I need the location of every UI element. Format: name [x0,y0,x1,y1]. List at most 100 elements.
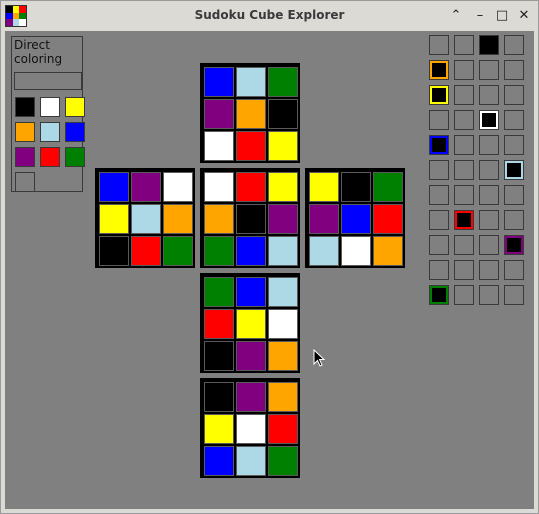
cube-cell-white[interactable] [163,172,193,202]
grid-cell-empty[interactable] [504,285,524,305]
grid-cell-empty[interactable] [429,110,449,130]
grid-cell-empty[interactable] [454,160,474,180]
grid-cell-empty[interactable] [429,185,449,205]
grid-cell-empty[interactable] [504,210,524,230]
cube-cell-blue[interactable] [341,204,371,234]
swatch-blue[interactable] [65,122,85,142]
cube-cell-black[interactable] [204,382,234,412]
cube-cell-orange[interactable] [204,204,234,234]
grid-cell-empty[interactable] [504,85,524,105]
title-bar[interactable]: Sudoku Cube Explorer ⌃ – □ ✕ [1,1,538,31]
grid-cell-white[interactable] [479,110,499,130]
cube-cell-lightblue[interactable] [131,204,161,234]
grid-cell-empty[interactable] [454,110,474,130]
cube-cell-black[interactable] [236,204,266,234]
grid-cell-empty[interactable] [479,60,499,80]
grid-cell-empty[interactable] [429,210,449,230]
cube-cell-yellow[interactable] [268,131,298,161]
cube-cell-purple[interactable] [204,99,234,129]
cube-cell-black[interactable] [99,236,129,266]
grid-cell-empty[interactable] [479,160,499,180]
grid-cell-empty[interactable] [504,260,524,280]
grid-cell-empty[interactable] [429,260,449,280]
main-canvas[interactable]: Direct coloring [5,31,534,509]
grid-cell-empty[interactable] [504,185,524,205]
grid-cell-empty[interactable] [479,235,499,255]
cube-cell-green[interactable] [373,172,403,202]
grid-cell-blue[interactable] [429,135,449,155]
grid-cell-empty[interactable] [479,185,499,205]
grid-cell-empty[interactable] [454,60,474,80]
grid-cell-green[interactable] [429,285,449,305]
cube-cell-green[interactable] [268,446,298,476]
grid-cell-empty[interactable] [479,260,499,280]
grid-cell-black[interactable] [479,35,499,55]
cube-cell-orange[interactable] [268,341,298,371]
cube-cell-white[interactable] [204,172,234,202]
grid-cell-empty[interactable] [454,135,474,155]
grid-cell-empty[interactable] [429,35,449,55]
grid-cell-red[interactable] [454,210,474,230]
cube-cell-blue[interactable] [236,236,266,266]
cube-cell-orange[interactable] [163,204,193,234]
grid-cell-empty[interactable] [454,185,474,205]
cube-cell-orange[interactable] [373,236,403,266]
cube-cell-green[interactable] [204,236,234,266]
cube-cell-purple[interactable] [236,341,266,371]
cube-cell-black[interactable] [268,99,298,129]
swatch-lightblue[interactable] [40,122,60,142]
swatch-green[interactable] [65,147,85,167]
cube-cell-lightblue[interactable] [236,67,266,97]
grid-cell-empty[interactable] [504,110,524,130]
cube-cell-red[interactable] [236,172,266,202]
grid-cell-lightblue[interactable] [504,160,524,180]
swatch-black[interactable] [15,97,35,117]
swatch-purple[interactable] [15,147,35,167]
cube-cell-white[interactable] [236,414,266,444]
grid-cell-empty[interactable] [454,235,474,255]
cube-cell-lightblue[interactable] [236,446,266,476]
cube-cell-lightblue[interactable] [268,236,298,266]
cube-cell-yellow[interactable] [268,172,298,202]
cube-cell-yellow[interactable] [236,309,266,339]
cube-cell-purple[interactable] [131,172,161,202]
grid-cell-empty[interactable] [429,235,449,255]
grid-cell-yellow[interactable] [429,85,449,105]
cube-cell-yellow[interactable] [309,172,339,202]
chevron-up-icon[interactable]: ⌃ [448,8,464,24]
swatch-yellow[interactable] [65,97,85,117]
cube-cell-blue[interactable] [99,172,129,202]
grid-cell-empty[interactable] [479,85,499,105]
grid-cell-empty[interactable] [479,285,499,305]
cube-cell-yellow[interactable] [99,204,129,234]
cube-cell-green[interactable] [204,277,234,307]
cube-cell-red[interactable] [204,309,234,339]
cube-cell-green[interactable] [163,236,193,266]
cube-cell-purple[interactable] [309,204,339,234]
cube-cell-green[interactable] [268,67,298,97]
grid-cell-empty[interactable] [454,260,474,280]
grid-cell-empty[interactable] [504,35,524,55]
cube-cell-blue[interactable] [204,67,234,97]
cube-cell-red[interactable] [236,131,266,161]
cube-cell-purple[interactable] [236,382,266,412]
minimize-button[interactable]: – [472,8,488,24]
cube-cell-white[interactable] [341,236,371,266]
cube-cell-black[interactable] [341,172,371,202]
cube-cell-lightblue[interactable] [309,236,339,266]
cube-cell-white[interactable] [268,309,298,339]
cube-cell-orange[interactable] [236,99,266,129]
swatch-red[interactable] [40,147,60,167]
grid-cell-empty[interactable] [479,210,499,230]
cube-cell-red[interactable] [131,236,161,266]
cube-cell-red[interactable] [268,414,298,444]
cube-cell-blue[interactable] [204,446,234,476]
cube-cell-lightblue[interactable] [268,277,298,307]
swatch-empty[interactable] [15,172,35,192]
maximize-button[interactable]: □ [494,8,510,24]
cube-cell-yellow[interactable] [204,414,234,444]
cube-cell-red[interactable] [373,204,403,234]
cube-cell-white[interactable] [204,131,234,161]
grid-cell-empty[interactable] [504,135,524,155]
cube-cell-blue[interactable] [236,277,266,307]
